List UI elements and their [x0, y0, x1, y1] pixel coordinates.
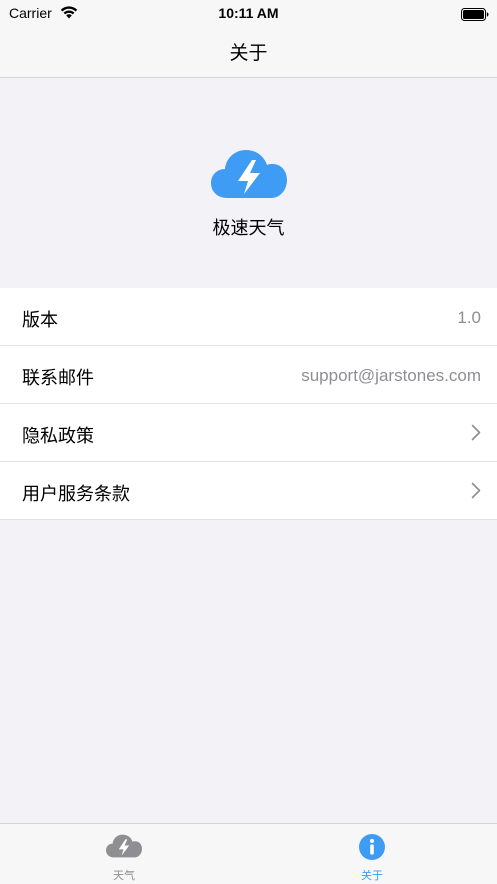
tab-bar: 天气 关于	[0, 823, 497, 884]
navigation-bar: 关于	[0, 26, 497, 78]
tab-about-label: 关于	[361, 869, 383, 882]
privacy-policy-label: 隐私政策	[22, 426, 94, 447]
tab-about[interactable]: 关于	[248, 824, 496, 884]
info-icon	[358, 833, 386, 865]
settings-list: 版本 1.0 联系邮件 support@jarstones.com 隐私政策 用…	[0, 288, 497, 520]
version-value: 1.0	[457, 308, 481, 327]
cloud-lightning-icon	[106, 833, 142, 863]
terms-of-service-row[interactable]: 用户服务条款	[0, 462, 497, 520]
status-bar: Carrier 10:11 AM	[0, 0, 497, 26]
cloud-lightning-icon	[211, 149, 287, 203]
tab-weather[interactable]: 天气	[0, 824, 248, 884]
contact-email-label: 联系邮件	[22, 368, 94, 389]
contact-email-row[interactable]: 联系邮件 support@jarstones.com	[0, 346, 497, 404]
version-row: 版本 1.0	[0, 288, 497, 346]
privacy-policy-row[interactable]: 隐私政策	[0, 404, 497, 462]
page-title: 关于	[229, 42, 268, 64]
version-label: 版本	[22, 310, 58, 331]
chevron-right-icon	[471, 482, 481, 503]
status-time: 10:11 AM	[218, 5, 279, 21]
tab-weather-label: 天气	[113, 869, 135, 882]
battery-icon	[461, 6, 489, 25]
app-header: 极速天气	[0, 78, 497, 288]
contact-email-value[interactable]: support@jarstones.com	[301, 366, 481, 386]
terms-of-service-label: 用户服务条款	[22, 484, 130, 505]
chevron-right-icon	[471, 424, 481, 445]
app-name: 极速天气	[212, 218, 285, 239]
